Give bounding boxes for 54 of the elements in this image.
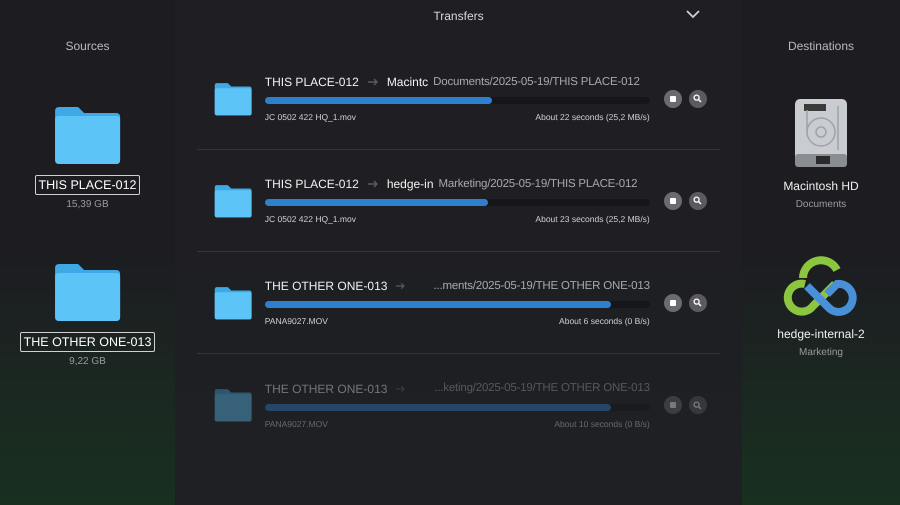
source-name[interactable]: THE OTHER ONE-013 xyxy=(20,332,156,352)
source-name[interactable]: THIS PLACE-012 xyxy=(34,175,140,195)
destination-path: Documents/2025-05-19/THIS PLACE-012 xyxy=(433,74,640,90)
magnifier-icon xyxy=(693,298,702,307)
sources-heading: Sources xyxy=(65,38,110,55)
destination-name: Macintc xyxy=(386,74,428,92)
hard-drive-icon xyxy=(794,98,848,168)
folder-icon xyxy=(213,184,253,218)
stop-icon xyxy=(670,198,676,204)
source-name: THIS PLACE-012 xyxy=(264,74,359,92)
destination-path: Marketing/2025-05-19/THIS PLACE-012 xyxy=(438,176,638,192)
stop-button[interactable] xyxy=(664,192,682,210)
search-button[interactable] xyxy=(688,192,707,210)
chevron-down-icon[interactable] xyxy=(686,10,700,19)
source-size: 9,22 GB xyxy=(69,355,106,369)
folder-icon xyxy=(213,82,253,116)
folder-icon xyxy=(52,105,123,165)
stop-icon xyxy=(670,300,676,306)
destination-name[interactable]: Macintosh HD xyxy=(783,178,859,194)
destination-folder: Documents xyxy=(796,198,846,212)
magnifier-icon xyxy=(693,196,702,205)
stop-button[interactable] xyxy=(664,90,682,108)
source-name: THIS PLACE-012 xyxy=(264,176,359,194)
arrow-right-icon xyxy=(368,180,378,188)
stop-button[interactable] xyxy=(664,294,682,312)
transfers-heading: Transfers xyxy=(433,8,484,25)
magnifier-icon xyxy=(693,94,702,103)
folder-icon xyxy=(213,286,253,320)
destination-path: ...ments/2025-05-19/THE OTHER ONE-013 xyxy=(433,278,650,294)
destination-name[interactable]: hedge-internal-2 xyxy=(777,326,865,342)
time-remaining: About 6 seconds (0 B/s) xyxy=(559,315,650,328)
time-remaining: About 23 seconds (25,2 MB/s) xyxy=(535,213,650,226)
folder-icon xyxy=(52,262,123,322)
source-name: THE OTHER ONE-013 xyxy=(264,278,388,296)
destinations-heading: Destinations xyxy=(788,38,854,55)
time-remaining: About 10 seconds (0 B/s) xyxy=(554,418,650,430)
arrow-right-icon xyxy=(396,282,406,290)
destination-folder: Marketing xyxy=(799,346,843,360)
stop-icon xyxy=(670,402,676,408)
source-name: THE OTHER ONE-013 xyxy=(264,380,388,398)
stop-icon xyxy=(670,96,676,102)
time-remaining: About 22 seconds (25,2 MB/s) xyxy=(535,111,650,124)
file-name: JC 0502 422 HQ_1.mov xyxy=(264,213,356,226)
folder-icon xyxy=(213,388,253,422)
arrow-right-icon xyxy=(396,384,406,393)
source-size: 15,39 GB xyxy=(66,198,109,212)
search-button[interactable] xyxy=(688,294,707,312)
destination-name: hedge-in xyxy=(386,176,434,194)
search-button[interactable] xyxy=(688,90,707,108)
file-name: PANA9027.MOV xyxy=(264,418,328,430)
arrow-right-icon xyxy=(368,78,378,86)
file-name: PANA9027.MOV xyxy=(264,315,328,328)
file-name: JC 0502 422 HQ_1.mov xyxy=(264,111,356,124)
magnifier-icon xyxy=(693,400,702,410)
